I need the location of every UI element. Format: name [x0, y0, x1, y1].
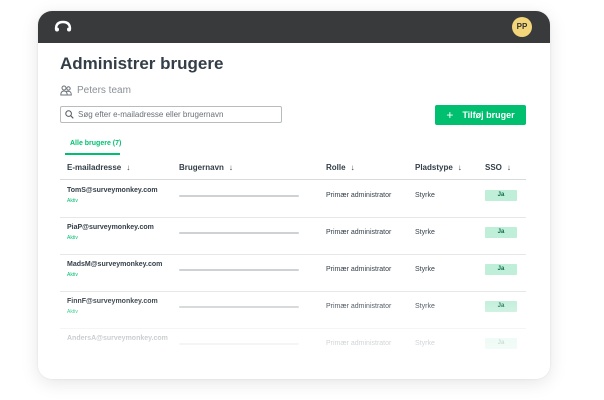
arrow-down-icon: ↓ — [126, 163, 131, 172]
plus-icon: + — [446, 108, 454, 122]
user-email[interactable]: MadsM@surveymonkey.com — [67, 261, 162, 268]
user-role: Primær administrator — [326, 303, 392, 310]
column-header-role[interactable]: Rolle ↓ — [326, 163, 355, 172]
user-role: Primær administrator — [326, 340, 392, 347]
sso-badge: Ja — [485, 264, 517, 275]
user-seat-type: Styrke — [415, 229, 435, 236]
team-name: Peters team — [77, 84, 131, 96]
arrow-down-icon: ↓ — [350, 163, 355, 172]
username-placeholder — [179, 232, 299, 234]
team-label: Peters team — [60, 83, 131, 97]
table-header: E-mailadresse ↓ Brugernavn ↓ Rolle ↓ Pladst… — [60, 155, 526, 180]
username-placeholder — [179, 269, 299, 271]
user-email[interactable]: FinnF@surveymonkey.com — [67, 298, 158, 305]
user-role: Primær administrator — [326, 266, 392, 273]
column-label: Pladstype — [415, 163, 453, 172]
column-label: Brugernavn — [179, 163, 224, 172]
column-header-seat-type[interactable]: Pladstype ↓ — [415, 163, 462, 172]
team-icon — [60, 85, 72, 95]
tab-all-users[interactable]: Alle brugere (7) — [70, 140, 121, 147]
column-header-sso[interactable]: SSO ↓ — [485, 163, 511, 172]
search-icon — [65, 110, 74, 119]
user-email[interactable]: TomS@surveymonkey.com — [67, 187, 158, 194]
user-role: Primær administrator — [326, 192, 392, 199]
user-seat-type: Styrke — [415, 192, 435, 199]
search-input[interactable] — [78, 110, 268, 119]
table-row[interactable]: MadsM@surveymonkey.com Aktiv Primær admi… — [60, 254, 526, 292]
avatar[interactable]: PP — [512, 17, 532, 37]
column-label: SSO — [485, 163, 502, 172]
page-title: Administrer brugere — [60, 54, 224, 73]
user-seat-type: Styrke — [415, 303, 435, 310]
column-label: Rolle — [326, 163, 346, 172]
username-placeholder — [179, 306, 299, 308]
user-seat-type: Styrke — [415, 340, 435, 347]
table-row[interactable]: AndersA@surveymonkey.com Primær administ… — [60, 328, 526, 365]
top-bar: PP — [38, 11, 550, 43]
add-user-button[interactable]: + Tilføj bruger — [435, 105, 526, 125]
add-user-label: Tilføj bruger — [462, 110, 515, 120]
sso-badge: Ja — [485, 338, 517, 349]
arrow-down-icon: ↓ — [457, 163, 462, 172]
user-email[interactable]: PiaP@surveymonkey.com — [67, 224, 154, 231]
user-status: Aktiv — [67, 198, 78, 204]
table-row[interactable]: PiaP@surveymonkey.com Aktiv Primær admin… — [60, 217, 526, 255]
table-row[interactable]: TomS@surveymonkey.com Aktiv Primær admin… — [60, 180, 526, 218]
user-seat-type: Styrke — [415, 266, 435, 273]
username-placeholder — [179, 343, 299, 345]
user-status: Aktiv — [67, 272, 78, 278]
arrow-down-icon: ↓ — [228, 163, 233, 172]
arrow-down-icon: ↓ — [506, 163, 511, 172]
column-header-email[interactable]: E-mailadresse ↓ — [67, 163, 130, 172]
admin-window: PP Administrer brugere Peters team + Til… — [38, 11, 550, 379]
search-box[interactable] — [60, 106, 282, 123]
user-status: Aktiv — [67, 309, 78, 315]
table-row[interactable]: FinnF@surveymonkey.com Aktiv Primær admi… — [60, 291, 526, 329]
user-status: Aktiv — [67, 235, 78, 241]
surveymonkey-logo-icon[interactable] — [54, 19, 72, 33]
sso-badge: Ja — [485, 227, 517, 238]
sso-badge: Ja — [485, 301, 517, 312]
sso-badge: Ja — [485, 190, 517, 201]
column-header-username[interactable]: Brugernavn ↓ — [179, 163, 233, 172]
user-role: Primær administrator — [326, 229, 392, 236]
column-label: E-mailadresse — [67, 163, 122, 172]
username-placeholder — [179, 195, 299, 197]
user-email[interactable]: AndersA@surveymonkey.com — [67, 335, 168, 342]
